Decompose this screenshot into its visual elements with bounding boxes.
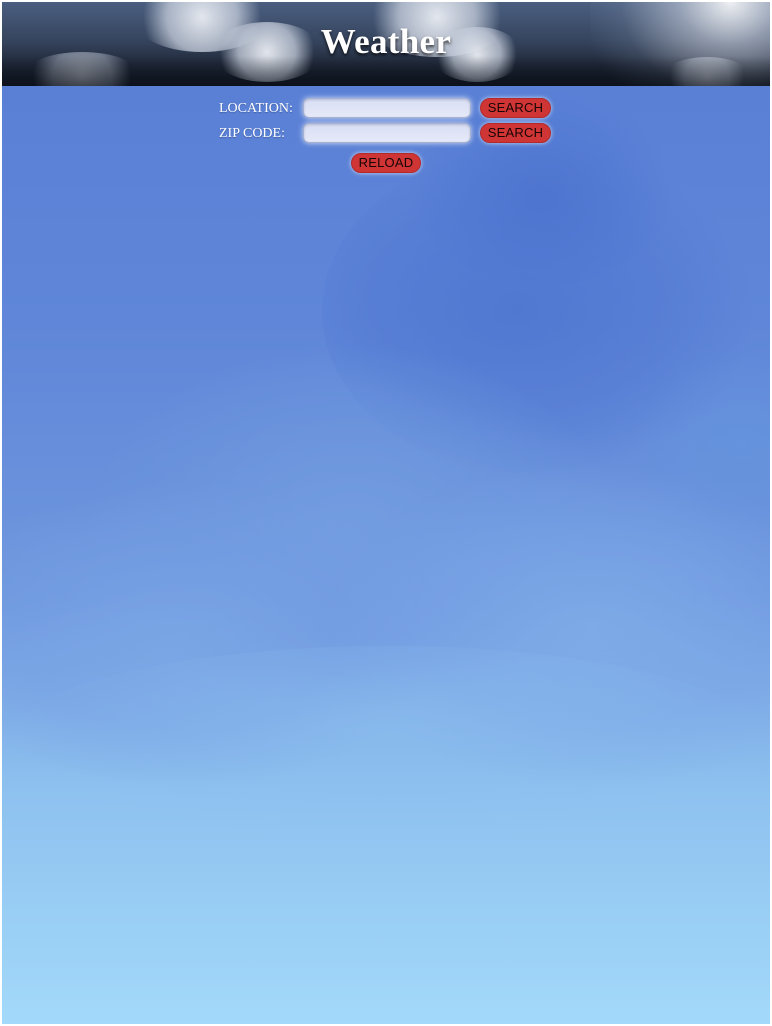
- weather-page: Weather LOCATION: SEARCH ZIP CODE: SEARC…: [0, 0, 772, 1026]
- zip-code-input[interactable]: [303, 123, 471, 143]
- sky-background: [2, 86, 770, 1024]
- location-search-button[interactable]: SEARCH: [480, 98, 551, 118]
- zip-code-search-button[interactable]: SEARCH: [480, 123, 551, 143]
- page-title: Weather: [320, 22, 452, 61]
- location-label: LOCATION:: [219, 101, 293, 116]
- reload-button[interactable]: RELOAD: [351, 153, 421, 173]
- location-input[interactable]: [303, 98, 471, 118]
- zip-code-label: ZIP CODE:: [219, 126, 285, 141]
- header-banner: Weather: [2, 2, 770, 86]
